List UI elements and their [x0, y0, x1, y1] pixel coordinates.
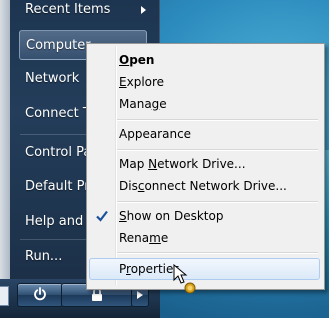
menu-separator — [117, 252, 318, 254]
mnemonic-letter: O — [119, 53, 130, 67]
text-part: e — [160, 231, 169, 245]
menu-item-appearance[interactable]: Appearance — [89, 123, 320, 145]
menu-item-manage[interactable]: Manage — [89, 93, 320, 115]
menu-item-text: Disconnect Network Drive... — [119, 175, 287, 197]
checkmark-icon — [96, 210, 108, 222]
start-item-label: Network — [25, 71, 80, 86]
text-part: onnect Network Drive... — [144, 179, 287, 193]
menu-item-rename[interactable]: Rename — [89, 227, 320, 249]
menu-separator — [117, 119, 318, 121]
menu-item-text: Explore — [119, 71, 164, 93]
menu-item-disconnect-network-drive[interactable]: Disconnect Network Drive... — [89, 175, 320, 197]
text-part: Map — [119, 157, 149, 171]
menu-item-show-on-desktop[interactable]: Show on Desktop — [89, 205, 320, 227]
menu-separator — [117, 201, 318, 203]
mnemonic-letter: N — [148, 157, 158, 171]
start-item-label: Run... — [25, 249, 63, 264]
power-button[interactable] — [17, 283, 63, 307]
mnemonic-letter: E — [119, 75, 127, 89]
start-item-label: Computer — [26, 38, 91, 53]
arrow-right-icon — [137, 291, 143, 299]
text-part: how on Desktop — [126, 209, 224, 223]
mnemonic-letter: m — [149, 231, 161, 245]
menu-item-map-network-drive[interactable]: Map Network Drive... — [89, 153, 320, 175]
menu-item-properties[interactable]: Properties — [89, 258, 320, 280]
text-part: Appearance — [119, 127, 192, 141]
submenu-arrow-icon — [141, 6, 146, 14]
start-item-recent-items[interactable]: Recent Items — [18, 0, 160, 25]
text-part: pen — [129, 53, 155, 67]
menu-item-text: Rename — [119, 227, 168, 249]
menu-item-explore[interactable]: Explore — [89, 71, 320, 93]
text-part: e — [159, 97, 167, 111]
menu-item-text: Map Network Drive... — [119, 153, 246, 175]
mnemonic-letter: S — [119, 209, 127, 223]
text-part: Rena — [119, 231, 150, 245]
text-part: Dis — [119, 179, 138, 193]
text-part: etwork Drive... — [157, 157, 246, 171]
text-part: Mana — [119, 97, 152, 111]
search-box-edge[interactable] — [0, 286, 9, 306]
menu-item-text: Properties — [119, 259, 180, 279]
power-icon — [34, 287, 46, 301]
computer-context-menu: Open Explore Manage Appearance Map Netwo… — [86, 43, 325, 290]
menu-item-text: Manage — [119, 93, 167, 115]
menu-item-text: Show on Desktop — [119, 205, 223, 227]
programs-pane-edge — [0, 0, 10, 280]
start-item-label: Recent Items — [25, 2, 111, 17]
text-part: xplore — [126, 75, 165, 89]
text-part: P — [119, 262, 127, 276]
menu-item-open[interactable]: Open — [89, 49, 320, 71]
mouse-pointer-icon — [173, 264, 196, 294]
menu-item-text: Appearance — [119, 123, 191, 145]
menu-separator — [117, 149, 318, 151]
menu-item-text: Open — [119, 49, 154, 71]
